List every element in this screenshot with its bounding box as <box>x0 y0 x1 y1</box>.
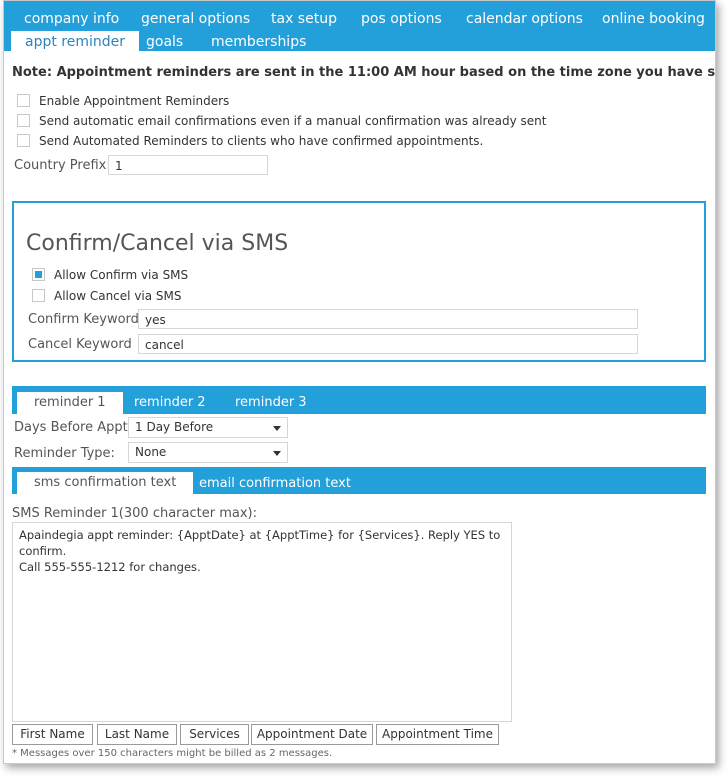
send-auto-email-label: Send automatic email confirmations even … <box>39 114 547 128</box>
settings-window: company info general options tax setup p… <box>3 0 716 764</box>
insert-last-name-button[interactable]: Last Name <box>97 724 177 745</box>
send-to-confirmed-option[interactable]: Send Automated Reminders to clients who … <box>17 134 483 148</box>
reminder-tab-bar: reminder 1 reminder 2 reminder 3 <box>12 386 706 414</box>
insert-first-name-button[interactable]: First Name <box>12 724 93 745</box>
enable-reminders-label: Enable Appointment Reminders <box>39 94 230 108</box>
enable-reminders-checkbox[interactable] <box>17 94 30 107</box>
reminder-type-select[interactable]: None <box>128 442 288 463</box>
tab-email-confirmation-text[interactable]: email confirmation text <box>199 475 351 493</box>
allow-confirm-option[interactable]: Allow Confirm via SMS <box>32 268 188 282</box>
tab-company-info[interactable]: company info <box>24 10 119 28</box>
days-before-value: 1 Day Before <box>135 420 214 434</box>
country-prefix-label: Country Prefix: <box>14 158 111 173</box>
tab-tax-setup[interactable]: tax setup <box>271 10 337 28</box>
allow-confirm-label: Allow Confirm via SMS <box>54 268 189 282</box>
chevron-down-icon <box>273 426 281 431</box>
days-before-label: Days Before Appt: <box>14 420 133 435</box>
top-tab-bar: company info general options tax setup p… <box>4 1 715 53</box>
allow-cancel-label: Allow Cancel via SMS <box>54 289 182 303</box>
confirm-keyword-input[interactable]: yes <box>138 309 638 329</box>
tab-memberships[interactable]: memberships <box>211 33 306 51</box>
tab-goals[interactable]: goals <box>146 33 183 51</box>
send-to-confirmed-label: Send Automated Reminders to clients who … <box>39 134 484 148</box>
sms-reminder-textarea[interactable]: Apaindegia appt reminder: {ApptDate} at … <box>12 522 512 722</box>
tab-reminder-2[interactable]: reminder 2 <box>134 394 206 412</box>
cancel-keyword-label: Cancel Keyword <box>28 337 132 352</box>
tab-reminder-3[interactable]: reminder 3 <box>235 394 307 412</box>
insert-appointment-date-button[interactable]: Appointment Date <box>251 724 373 745</box>
allow-confirm-checkbox[interactable] <box>32 268 45 281</box>
reminder-note: Note: Appointment reminders are sent in … <box>12 65 716 80</box>
insert-services-button[interactable]: Services <box>180 724 249 745</box>
sms-reminder-label: SMS Reminder 1(300 character max): <box>12 506 257 521</box>
billing-footnote: * Messages over 150 characters might be … <box>12 748 333 759</box>
reminder-type-value: None <box>135 445 167 459</box>
cancel-keyword-input[interactable]: cancel <box>138 334 638 354</box>
tab-pos-options[interactable]: pos options <box>361 10 442 28</box>
days-before-select[interactable]: 1 Day Before <box>128 417 288 438</box>
tab-calendar-options[interactable]: calendar options <box>466 10 583 28</box>
country-prefix-input[interactable]: 1 <box>108 155 268 175</box>
send-auto-email-checkbox[interactable] <box>17 114 30 127</box>
allow-cancel-option[interactable]: Allow Cancel via SMS <box>32 289 182 303</box>
send-to-confirmed-checkbox[interactable] <box>17 134 30 147</box>
tab-online-booking[interactable]: online booking <box>602 10 705 28</box>
sms-confirm-cancel-section: Confirm/Cancel via SMS Allow Confirm via… <box>12 201 706 362</box>
send-auto-email-option[interactable]: Send automatic email confirmations even … <box>17 114 546 128</box>
tab-appt-reminder[interactable]: appt reminder <box>11 31 140 53</box>
confirm-keyword-label: Confirm Keyword <box>28 312 139 327</box>
text-tab-bar: sms confirmation text email confirmation… <box>12 467 706 494</box>
reminder-type-label: Reminder Type: <box>14 446 115 461</box>
tab-reminder-1[interactable]: reminder 1 <box>17 392 123 414</box>
tab-sms-confirmation-text[interactable]: sms confirmation text <box>17 472 194 494</box>
tab-general-options[interactable]: general options <box>141 10 250 28</box>
insert-appointment-time-button[interactable]: Appointment Time <box>376 724 499 745</box>
enable-reminders-option[interactable]: Enable Appointment Reminders <box>17 94 229 108</box>
sms-section-title: Confirm/Cancel via SMS <box>26 231 289 256</box>
allow-cancel-checkbox[interactable] <box>32 289 45 302</box>
chevron-down-icon <box>273 451 281 456</box>
